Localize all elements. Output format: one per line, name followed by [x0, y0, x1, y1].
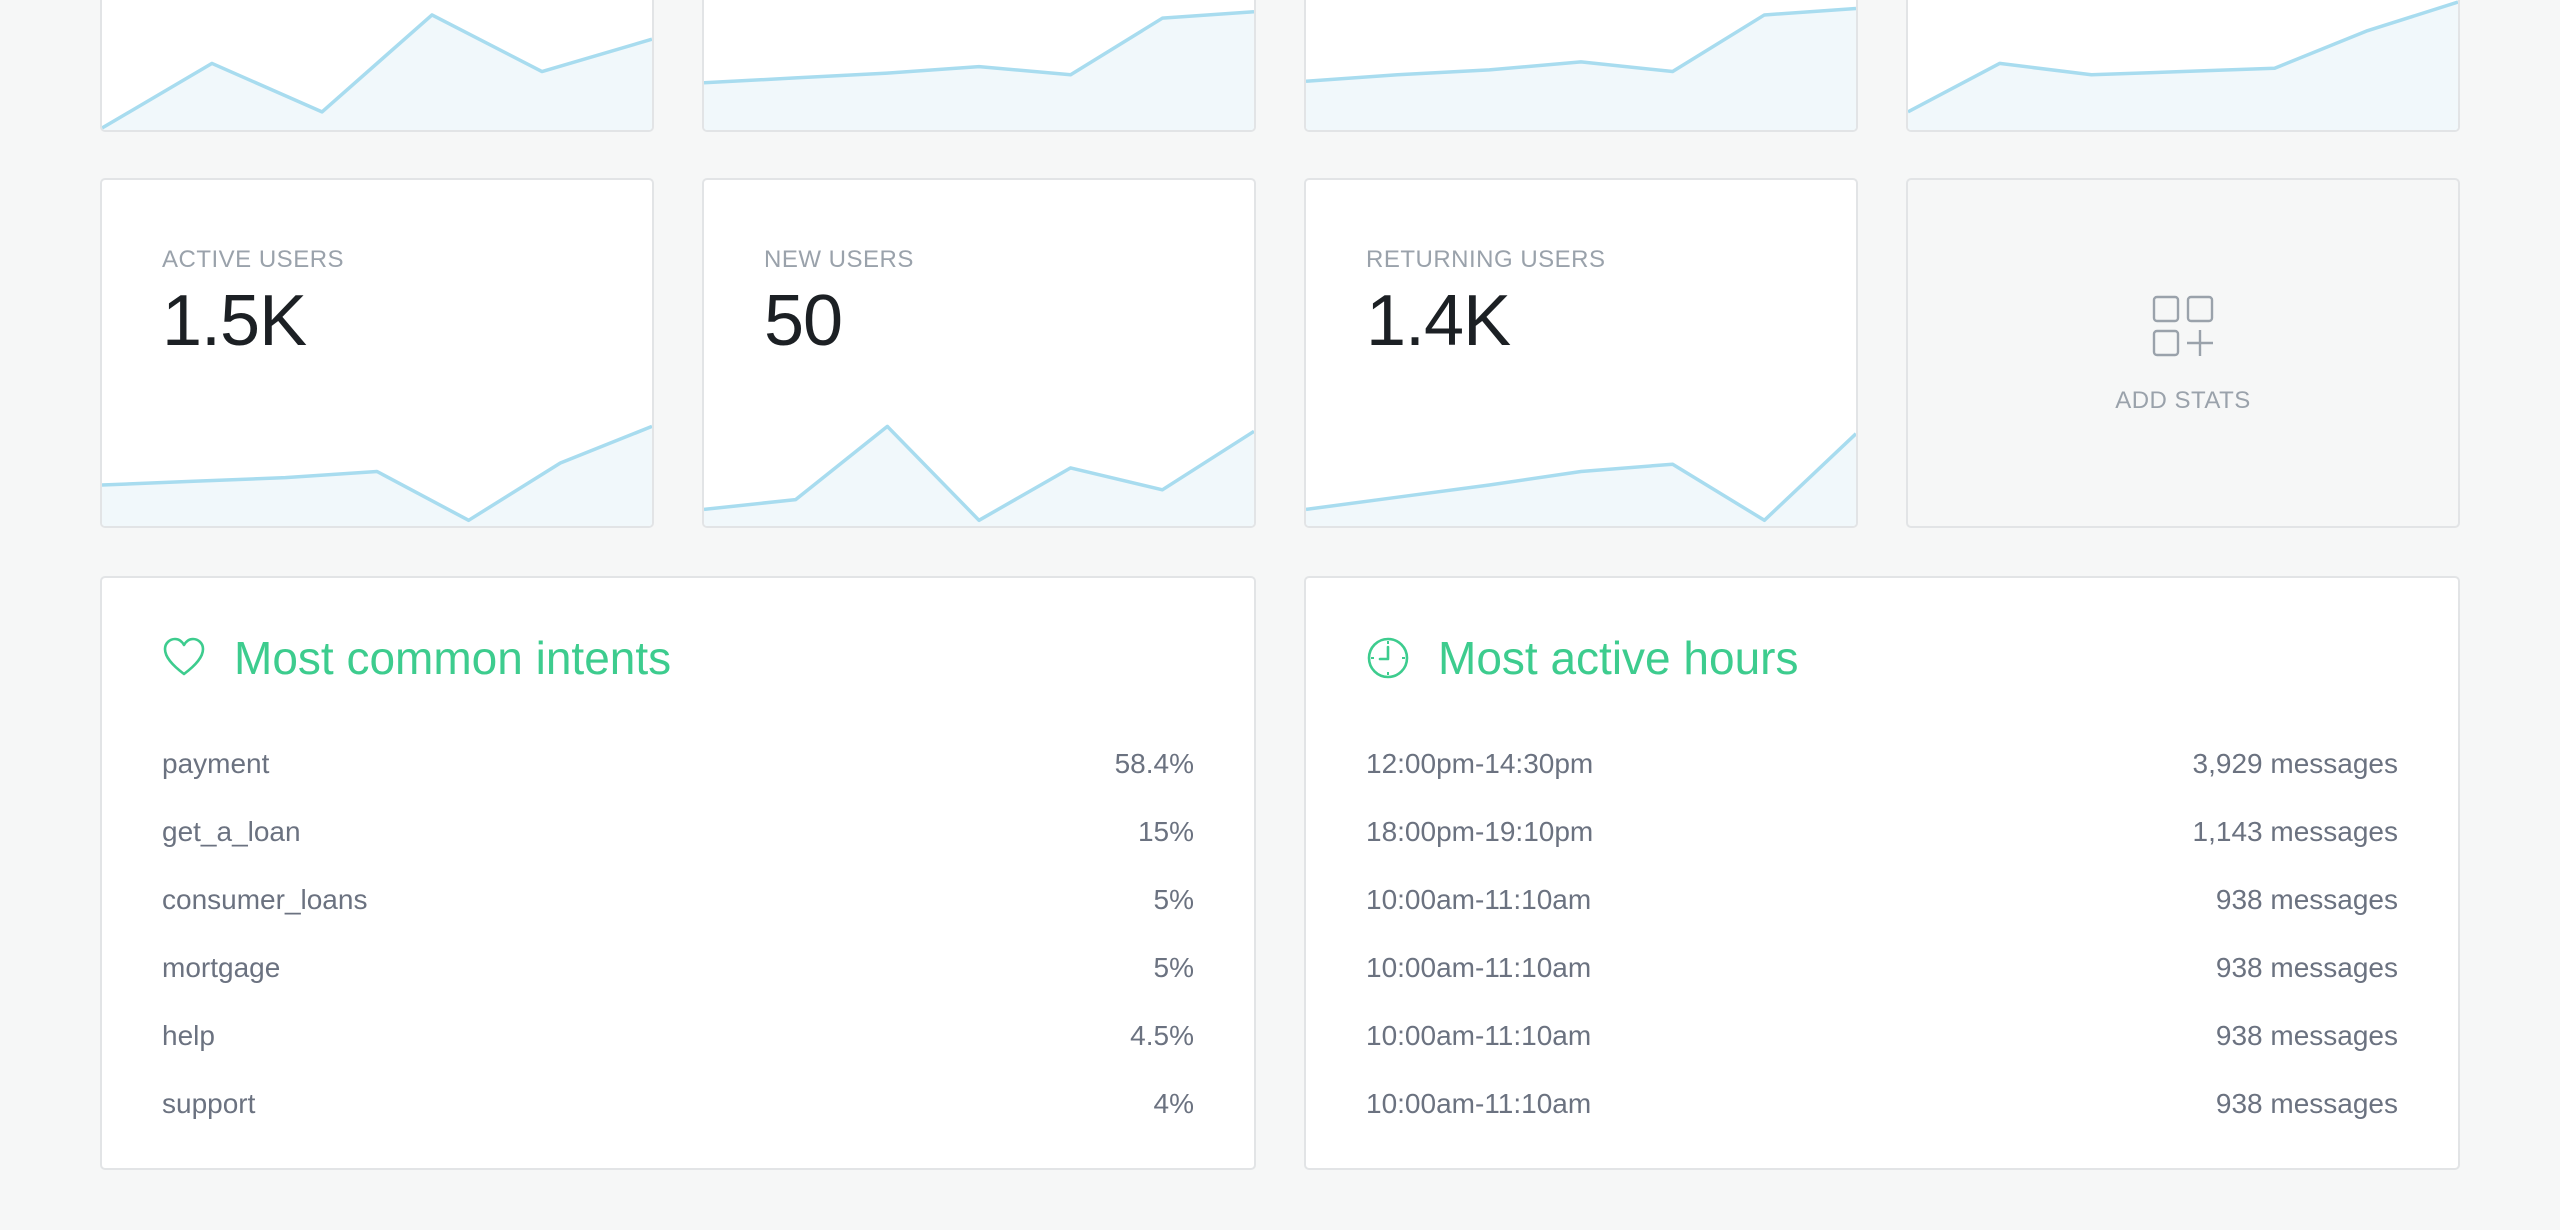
heart-icon [163, 637, 205, 676]
sparkline-chart [1306, 0, 1856, 130]
most-active-hours-panel: Most active hours 12:00pm-14:30pm 3,929 m… [1304, 576, 2460, 1170]
intent-name: get_a_loan [162, 816, 301, 847]
message-count: 938 messages [2215, 1088, 2398, 1119]
intent-value: 15% [1137, 816, 1194, 847]
panel-header: Most common intents [162, 628, 671, 688]
sparkline-chart [102, 0, 652, 130]
list-item: get_a_loan 15% [162, 798, 1194, 866]
intent-name: support [162, 1088, 256, 1119]
hour-range: 12:00pm-14:30pm [1366, 748, 1594, 779]
list-item: 12:00pm-14:30pm 3,929 messages [1366, 730, 2398, 798]
add-stats-button[interactable]: ADD STATS [1906, 178, 2460, 528]
intent-value: 5% [1153, 952, 1194, 983]
top-stat-card-3 [1304, 0, 1858, 132]
stat-label: RETURNING USERS [1366, 246, 1606, 273]
list-item: help 4.5% [162, 1002, 1194, 1070]
sparkline-chart [102, 396, 652, 526]
most-common-intents-panel: Most common intents payment 58.4% get_a_l… [100, 576, 1256, 1170]
hours-list: 12:00pm-14:30pm 3,929 messages 18:00pm-19… [1366, 730, 2398, 1138]
panel-title: Most active hours [1438, 632, 1799, 684]
hour-range: 10:00am-11:10am [1366, 1088, 1592, 1119]
list-item: 10:00am-11:10am 938 messages [1366, 866, 2398, 934]
list-item: support 4% [162, 1070, 1194, 1138]
sparkline-chart [1306, 396, 1856, 526]
intent-name: consumer_loans [162, 884, 368, 915]
intent-value: 4% [1153, 1088, 1194, 1119]
sparkline-chart [704, 0, 1254, 130]
new-users-card: NEW USERS 50 [702, 178, 1256, 528]
intent-name: payment [162, 748, 270, 779]
message-count: 938 messages [2215, 952, 2398, 983]
list-item: payment 58.4% [162, 730, 1194, 798]
message-count: 3,929 messages [2192, 748, 2398, 779]
active-users-card: ACTIVE USERS 1.5K [100, 178, 654, 528]
list-item: consumer_loans 5% [162, 866, 1194, 934]
sparkline-area [704, 11, 1254, 130]
grid-plus-icon [2152, 295, 2214, 357]
hour-range: 18:00pm-19:10pm [1366, 816, 1594, 847]
stat-value: 1.4K [1366, 281, 1511, 361]
top-stat-card-2 [702, 0, 1256, 132]
hour-range: 10:00am-11:10am [1366, 1020, 1592, 1051]
sparkline-chart [1908, 0, 2458, 130]
returning-users-card: RETURNING USERS 1.4K [1304, 178, 1858, 528]
intent-name: mortgage [162, 952, 281, 983]
stat-label: ACTIVE USERS [162, 246, 345, 273]
message-count: 938 messages [2215, 884, 2398, 915]
intent-value: 4.5% [1130, 1020, 1194, 1051]
list-item: 10:00am-11:10am 938 messages [1366, 1070, 2398, 1138]
panel-header: Most active hours [1366, 628, 1798, 688]
intent-value: 5% [1153, 884, 1194, 915]
intents-list: payment 58.4% get_a_loan 15% consumer_loan… [162, 730, 1194, 1138]
add-stats-label: ADD STATS [2115, 387, 2251, 414]
sparkline-area [102, 14, 652, 130]
sparkline-area [1908, 2, 2458, 130]
sparkline-area [102, 426, 652, 526]
sparkline-area [704, 426, 1254, 526]
panel-title: Most common intents [234, 632, 672, 684]
list-item: 10:00am-11:10am 938 messages [1366, 934, 2398, 1002]
list-item: 18:00pm-19:10pm 1,143 messages [1366, 798, 2398, 866]
sparkline-chart [704, 396, 1254, 526]
top-stat-card-4 [1906, 0, 2460, 132]
intent-name: help [162, 1020, 215, 1051]
top-stat-card-1 [100, 0, 654, 132]
message-count: 1,143 messages [2192, 816, 2398, 847]
sparkline-area [1306, 8, 1856, 130]
intent-value: 58.4% [1114, 748, 1194, 779]
hour-range: 10:00am-11:10am [1366, 884, 1592, 915]
message-count: 938 messages [2215, 1020, 2398, 1051]
stat-label: NEW USERS [764, 246, 914, 273]
hour-range: 10:00am-11:10am [1366, 952, 1592, 983]
stat-value: 50 [764, 281, 843, 361]
clock-icon [1367, 637, 1409, 679]
stat-value: 1.5K [162, 281, 307, 361]
list-item: mortgage 5% [162, 934, 1194, 1002]
list-item: 10:00am-11:10am 938 messages [1366, 1002, 2398, 1070]
